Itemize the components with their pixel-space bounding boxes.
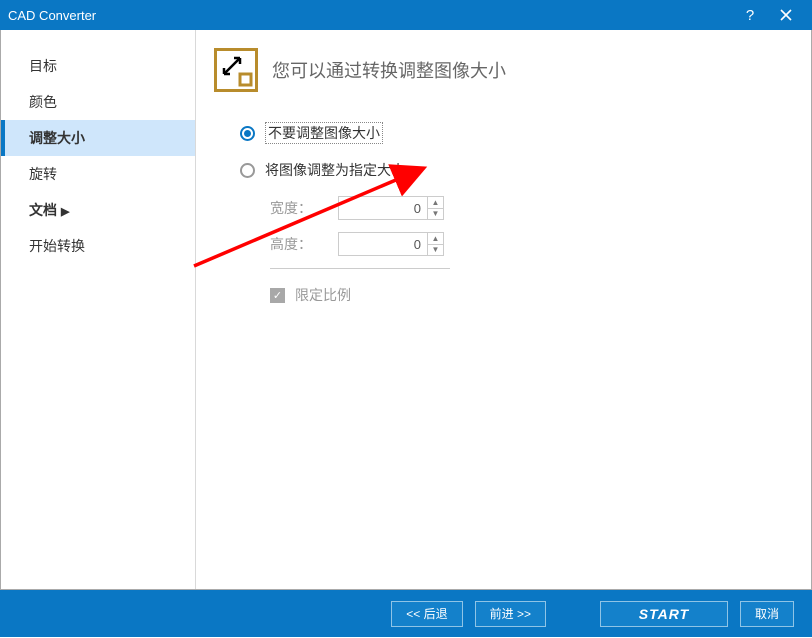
- height-stepper[interactable]: 0 ▲ ▼: [338, 232, 444, 256]
- divider: [270, 268, 450, 269]
- radio-no-resize-label: 不要调整图像大小: [265, 122, 383, 144]
- chevron-right-icon: ▶: [61, 206, 69, 218]
- height-value: 0: [339, 237, 427, 252]
- sidebar-item-document[interactable]: 文档▶: [1, 192, 195, 228]
- width-label: 宽度：: [270, 198, 324, 218]
- radio-icon: [240, 126, 255, 141]
- sidebar-item-start-convert[interactable]: 开始转换: [1, 228, 195, 264]
- back-button[interactable]: << 后退: [391, 601, 462, 627]
- footer: << 后退 前进 >> START 取消: [0, 590, 812, 637]
- height-down[interactable]: ▼: [428, 245, 443, 256]
- sidebar-item-resize[interactable]: 调整大小: [1, 120, 195, 156]
- help-button[interactable]: ?: [732, 0, 768, 30]
- height-up[interactable]: ▲: [428, 233, 443, 245]
- sidebar-item-target[interactable]: 目标: [1, 48, 195, 84]
- width-stepper[interactable]: 0 ▲ ▼: [338, 196, 444, 220]
- cancel-button[interactable]: 取消: [740, 601, 794, 627]
- width-value: 0: [339, 201, 427, 216]
- close-icon: [780, 9, 792, 21]
- sidebar-item-rotate[interactable]: 旋转: [1, 156, 195, 192]
- radio-resize-to-label: 将图像调整为指定大小: [265, 160, 405, 180]
- resize-icon: [214, 48, 258, 92]
- height-row: 高度： 0 ▲ ▼: [270, 232, 793, 256]
- aspect-ratio-label: 限定比例: [295, 285, 351, 305]
- radio-resize-to[interactable]: 将图像调整为指定大小: [240, 160, 793, 180]
- main-panel: 您可以通过转换调整图像大小 不要调整图像大小 将图像调整为指定大小 宽度： 0 …: [196, 30, 811, 589]
- radio-no-resize[interactable]: 不要调整图像大小: [240, 122, 793, 144]
- window-title: CAD Converter: [8, 8, 732, 23]
- sidebar-item-color[interactable]: 颜色: [1, 84, 195, 120]
- close-button[interactable]: [768, 0, 804, 30]
- titlebar: CAD Converter ?: [0, 0, 812, 30]
- width-row: 宽度： 0 ▲ ▼: [270, 196, 793, 220]
- sidebar: 目标 颜色 调整大小 旋转 文档▶ 开始转换: [1, 30, 196, 589]
- width-down[interactable]: ▼: [428, 209, 443, 220]
- height-label: 高度：: [270, 234, 324, 254]
- aspect-ratio-check[interactable]: ✓ 限定比例: [270, 285, 793, 305]
- page-heading: 您可以通过转换调整图像大小: [272, 57, 506, 83]
- radio-icon: [240, 163, 255, 178]
- body: 目标 颜色 调整大小 旋转 文档▶ 开始转换 您可以通过转换调整图像大小 不要调…: [0, 30, 812, 590]
- forward-button[interactable]: 前进 >>: [475, 601, 546, 627]
- checkbox-icon: ✓: [270, 288, 285, 303]
- resize-fields: 宽度： 0 ▲ ▼ 高度： 0 ▲ ▼: [270, 196, 793, 256]
- width-up[interactable]: ▲: [428, 197, 443, 209]
- start-button[interactable]: START: [600, 601, 728, 627]
- heading-row: 您可以通过转换调整图像大小: [214, 48, 793, 92]
